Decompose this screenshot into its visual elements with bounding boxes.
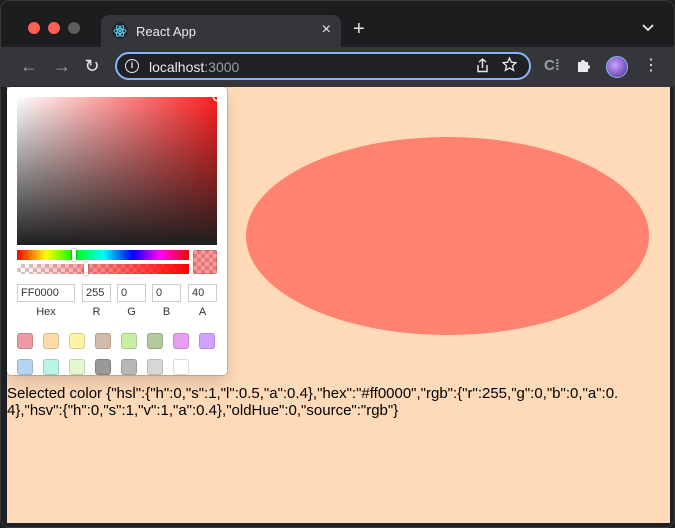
sketch-color-picker: Hex R G B A bbox=[7, 87, 227, 375]
alpha-input[interactable] bbox=[188, 284, 217, 302]
hex-input[interactable] bbox=[17, 284, 75, 302]
color-swatch[interactable] bbox=[95, 359, 111, 375]
extension-icon[interactable]: C⁞ bbox=[544, 57, 560, 75]
alpha-label: A bbox=[198, 306, 207, 318]
green-input[interactable] bbox=[117, 284, 146, 302]
zoom-window-button[interactable] bbox=[68, 22, 80, 34]
react-favicon-icon bbox=[112, 23, 128, 39]
green-label: G bbox=[127, 306, 136, 318]
tab-react-app[interactable]: React App × bbox=[101, 15, 341, 47]
tab-strip: React App × + bbox=[1, 1, 674, 47]
alpha-slider-handle[interactable] bbox=[83, 263, 88, 275]
hue-slider-handle[interactable] bbox=[71, 249, 76, 261]
active-color-preview bbox=[193, 250, 217, 274]
hue-slider[interactable] bbox=[17, 249, 189, 261]
color-swatch[interactable] bbox=[69, 333, 85, 349]
alpha-gradient bbox=[17, 264, 189, 274]
browser-window: React App × + ← → ↻ i localhost:3000 C⁞ … bbox=[0, 0, 675, 528]
address-bar[interactable]: i localhost:3000 bbox=[115, 52, 531, 80]
color-swatch[interactable] bbox=[147, 333, 163, 349]
preview-ellipse bbox=[246, 137, 649, 335]
url-text[interactable]: localhost:3000 bbox=[149, 59, 239, 75]
browser-toolbar: ← → ↻ i localhost:3000 C⁞ ⋮ bbox=[1, 47, 674, 87]
red-input[interactable] bbox=[82, 284, 111, 302]
tab-title: React App bbox=[136, 24, 196, 39]
color-swatch[interactable] bbox=[121, 359, 137, 375]
star-icon[interactable] bbox=[501, 56, 518, 76]
active-color-fill bbox=[193, 250, 217, 274]
color-swatch[interactable] bbox=[17, 359, 33, 375]
preview-shape-svg bbox=[246, 137, 649, 335]
hex-field: Hex bbox=[17, 283, 75, 318]
saturation-wash bbox=[17, 97, 217, 245]
saturation-area[interactable] bbox=[17, 97, 217, 245]
red-field: R bbox=[82, 283, 111, 318]
close-window-button[interactable] bbox=[28, 22, 40, 34]
color-swatch[interactable] bbox=[147, 359, 163, 375]
blue-label: B bbox=[162, 306, 171, 318]
blue-field: B bbox=[152, 283, 181, 318]
saturation-cursor[interactable] bbox=[214, 97, 217, 100]
color-swatch[interactable] bbox=[173, 333, 189, 349]
tab-search-chevron-icon[interactable] bbox=[642, 21, 654, 35]
color-swatch[interactable] bbox=[199, 333, 215, 349]
red-label: R bbox=[92, 306, 101, 318]
preview-shape-stage bbox=[246, 137, 649, 335]
forward-button[interactable]: → bbox=[51, 55, 73, 77]
url-port: :3000 bbox=[204, 59, 240, 75]
close-tab-icon[interactable]: × bbox=[322, 21, 331, 39]
color-swatch[interactable] bbox=[121, 333, 137, 349]
info-icon[interactable]: i bbox=[125, 59, 139, 73]
new-tab-button[interactable]: + bbox=[353, 19, 365, 39]
share-icon[interactable] bbox=[476, 58, 489, 76]
color-swatch[interactable] bbox=[43, 359, 59, 375]
green-field: G bbox=[117, 283, 146, 318]
color-swatch[interactable] bbox=[43, 333, 59, 349]
profile-avatar[interactable] bbox=[606, 56, 628, 78]
color-swatch[interactable] bbox=[17, 333, 33, 349]
color-swatch[interactable] bbox=[173, 359, 189, 375]
hex-label: Hex bbox=[36, 306, 56, 318]
reload-button[interactable]: ↻ bbox=[81, 55, 103, 77]
blue-input[interactable] bbox=[152, 284, 181, 302]
url-host: localhost bbox=[149, 59, 205, 75]
puzzle-icon[interactable] bbox=[576, 57, 592, 78]
page-content: Hex R G B A Selec bbox=[7, 87, 670, 523]
back-button[interactable]: ← bbox=[18, 55, 40, 77]
color-swatch[interactable] bbox=[95, 333, 111, 349]
color-swatch[interactable] bbox=[69, 359, 85, 375]
minimize-window-button[interactable] bbox=[48, 22, 60, 34]
kebab-menu-icon[interactable]: ⋮ bbox=[643, 57, 659, 75]
alpha-slider[interactable] bbox=[17, 263, 189, 275]
selected-color-text: Selected color {"hsl":{"h":0,"s":1,"l":0… bbox=[7, 385, 619, 419]
alpha-field: A bbox=[188, 283, 217, 318]
